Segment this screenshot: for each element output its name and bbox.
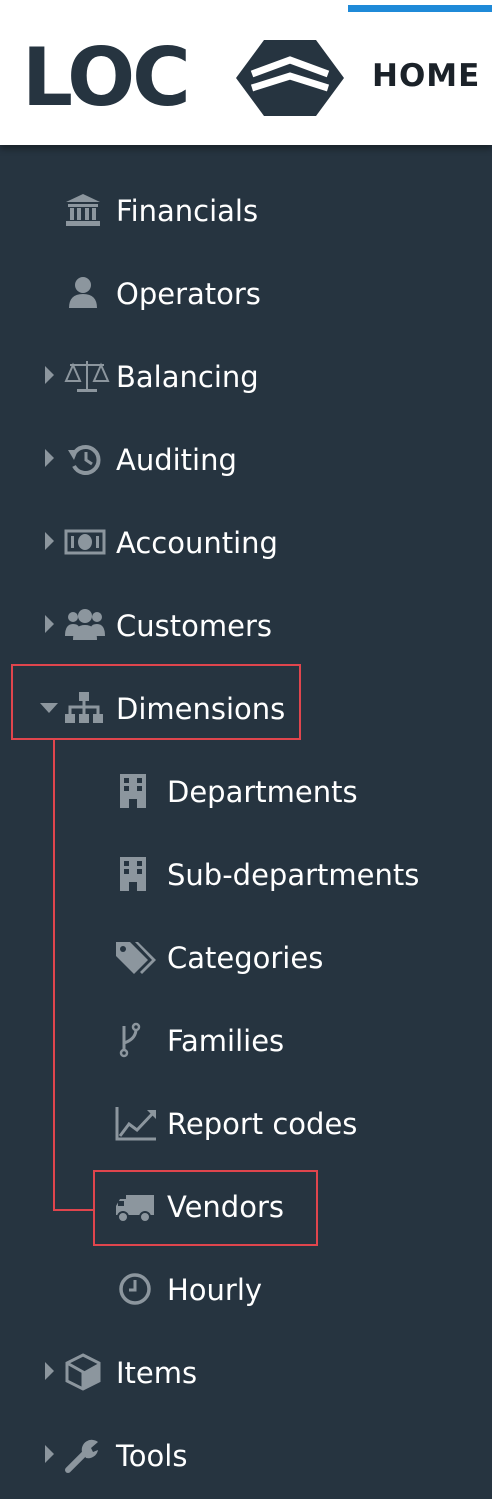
sidebar-item-label: Items [116,1356,198,1390]
caret-right-icon [45,615,54,633]
sidebar-item-label: Report codes [167,1107,358,1141]
building-icon [120,857,146,891]
caret-right-icon [45,532,54,550]
scale-icon [64,361,110,392]
sidebar-item-label: Categories [167,941,324,975]
sidebar-item-label: Customers [116,609,272,643]
active-tab-indicator [348,5,492,12]
sidebar-item-categories[interactable]: Categories [0,922,492,992]
wrench-icon [65,1439,98,1473]
caret-right-icon [45,366,54,384]
sidebar-item-balancing[interactable]: Balancing [0,341,492,411]
history-icon [68,445,101,475]
sidebar-item-label: Auditing [116,443,237,477]
sidebar-item-report-codes[interactable]: Report codes [0,1088,492,1158]
sidebar-item-tools[interactable]: Tools [0,1420,492,1490]
cube-icon [65,1353,101,1391]
sidebar-item-label: Balancing [116,360,259,394]
sidebar-nav: Financials Operators Balancing Auditing [0,168,492,1499]
users-icon [65,609,105,640]
tags-icon [116,942,156,974]
sidebar-item-label: Operators [116,277,261,311]
sidebar-item-customers[interactable]: Customers [0,590,492,660]
caret-right-icon [45,1445,54,1463]
branch-icon [119,1022,141,1058]
sidebar-item-label: Families [167,1024,285,1058]
highlight-connector-vertical [53,740,55,1211]
top-header: LOC HOME [0,0,492,145]
sidebar-item-operators[interactable]: Operators [0,258,492,328]
user-icon [69,277,97,308]
sidebar-item-label: Financials [116,194,259,228]
area-chart-icon [115,1107,156,1141]
sidebar-item-label: Departments [167,775,358,809]
sidebar-item-financials[interactable]: Financials [0,175,492,245]
home-tab[interactable]: HOME [372,58,480,94]
caret-right-icon [45,1362,54,1380]
sidebar-item-items[interactable]: Items [0,1337,492,1407]
highlight-connector-horizontal [53,1209,95,1211]
logo-text: LOC [22,31,191,124]
sidebar-item-label: Sub-departments [167,858,420,892]
sidebar-item-auditing[interactable]: Auditing [0,424,492,494]
sidebar-item-label: Accounting [116,526,278,560]
highlight-box-vendors [93,1170,318,1246]
sidebar-item-departments[interactable]: Departments [0,756,492,826]
sidebar-item-accounting[interactable]: Accounting [0,507,492,577]
caret-right-icon [45,449,54,467]
logo-hexagon-icon [236,40,344,116]
clock-icon [119,1273,151,1305]
money-icon [64,529,106,555]
sidebar-item-families[interactable]: Families [0,1005,492,1075]
highlight-box-dimensions [11,664,301,740]
bank-icon [66,194,100,226]
sidebar-item-label: Tools [116,1439,188,1473]
sidebar-item-sub-departments[interactable]: Sub-departments [0,839,492,909]
building-icon [120,774,146,808]
sidebar-item-label: Hourly [167,1273,263,1307]
sidebar-item-hourly[interactable]: Hourly [0,1254,492,1324]
